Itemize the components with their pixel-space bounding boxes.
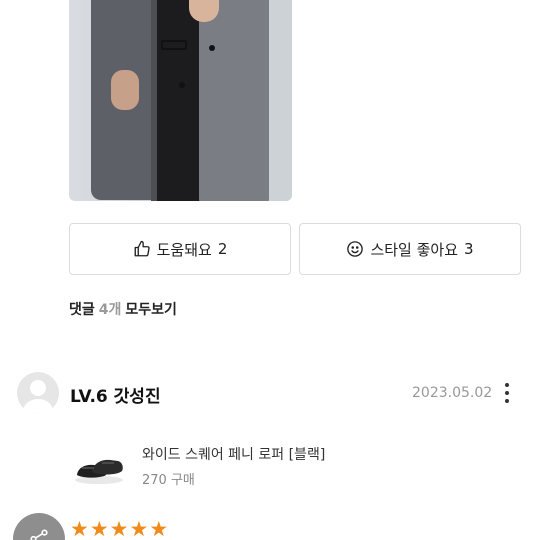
username[interactable]: LV.6 갓성진 <box>70 382 161 407</box>
photo-coat-button <box>179 82 185 88</box>
helpful-label: 도움돼요 <box>156 240 212 259</box>
thumbs-up-icon <box>134 240 150 257</box>
more-dot <box>505 383 509 387</box>
product-name[interactable]: 와이드 스퀘어 페니 로퍼 [블랙] <box>142 444 325 464</box>
photo-hand-left <box>111 70 139 110</box>
share-button[interactable] <box>13 513 65 540</box>
product-meta: 270 구매 <box>142 469 195 488</box>
star-icon: ★ <box>149 517 169 540</box>
comment-date: 2023.05.02 <box>412 385 493 401</box>
avatar[interactable] <box>17 372 59 414</box>
helpful-button[interactable]: 도움돼요 2 <box>69 223 291 275</box>
photo-coat-right <box>199 0 269 201</box>
more-dot <box>505 399 509 403</box>
helpful-count: 2 <box>217 240 228 258</box>
comments-header: 댓글 4개 모두보기 <box>69 299 177 319</box>
photo-inner-shirt <box>157 0 201 201</box>
product-purchase: 구매 <box>170 473 195 488</box>
comments-count: 4개 <box>98 302 122 318</box>
photo-coat-button <box>209 45 215 51</box>
photo-belt <box>161 40 187 50</box>
avatar-body <box>23 399 53 414</box>
style-like-button[interactable]: 스타일 좋아요 3 <box>299 223 521 275</box>
share-icon <box>30 529 48 540</box>
style-like-label: 스타일 좋아요 <box>370 240 459 259</box>
more-dot <box>505 391 509 395</box>
star-icon: ★ <box>129 517 149 540</box>
avatar-head <box>30 380 46 396</box>
more-vertical-icon[interactable] <box>499 381 515 405</box>
product-thumbnail[interactable] <box>72 447 126 487</box>
product-size: 270 <box>142 473 167 488</box>
review-photo[interactable] <box>69 0 292 201</box>
star-icon: ★ <box>89 517 109 540</box>
star-icon: ★ <box>70 517 89 540</box>
smile-icon <box>347 241 364 257</box>
comments-label: 댓글 <box>69 302 95 318</box>
view-all-comments-link[interactable]: 모두보기 <box>125 299 177 319</box>
rating-stars: ★ ★ ★ ★ ★ <box>70 518 168 540</box>
star-icon: ★ <box>109 517 129 540</box>
style-like-count: 3 <box>464 240 474 258</box>
